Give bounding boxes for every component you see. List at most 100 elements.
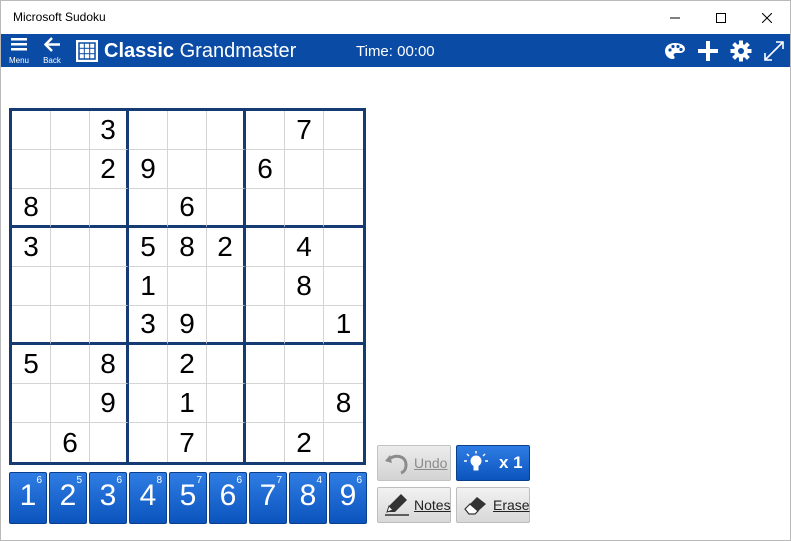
sudoku-cell[interactable] (90, 228, 129, 267)
sudoku-cell[interactable] (90, 267, 129, 306)
sudoku-cell[interactable] (324, 189, 363, 228)
number-key-1[interactable]: 16 (9, 472, 47, 524)
sudoku-cell[interactable] (207, 423, 246, 462)
sudoku-cell[interactable] (168, 150, 207, 189)
sudoku-cell[interactable] (51, 306, 90, 345)
sudoku-cell[interactable] (246, 423, 285, 462)
sudoku-cell[interactable]: 6 (51, 423, 90, 462)
sudoku-cell[interactable] (12, 150, 51, 189)
sudoku-cell[interactable] (207, 345, 246, 384)
sudoku-cell[interactable]: 6 (246, 150, 285, 189)
sudoku-cell[interactable] (51, 111, 90, 150)
number-key-3[interactable]: 36 (89, 472, 127, 524)
sudoku-cell[interactable] (129, 189, 168, 228)
sudoku-cell[interactable]: 6 (168, 189, 207, 228)
sudoku-cell[interactable] (168, 267, 207, 306)
sudoku-cell[interactable] (129, 423, 168, 462)
sudoku-cell[interactable]: 1 (129, 267, 168, 306)
sudoku-cell[interactable] (246, 267, 285, 306)
sudoku-cell[interactable]: 4 (285, 228, 324, 267)
sudoku-cell[interactable] (246, 384, 285, 423)
sudoku-cell[interactable] (129, 345, 168, 384)
maximize-button[interactable] (698, 1, 744, 34)
sudoku-cell[interactable] (285, 345, 324, 384)
sudoku-cell[interactable]: 2 (90, 150, 129, 189)
sudoku-cell[interactable]: 2 (168, 345, 207, 384)
sudoku-cell[interactable] (207, 150, 246, 189)
theme-button[interactable] (662, 38, 688, 64)
sudoku-cell[interactable]: 9 (90, 384, 129, 423)
hint-button[interactable]: x 1 (456, 445, 530, 481)
sudoku-cell[interactable] (207, 384, 246, 423)
undo-button[interactable]: Undo (377, 445, 451, 481)
back-button[interactable]: Back (37, 35, 67, 66)
number-key-8[interactable]: 84 (289, 472, 327, 524)
sudoku-cell[interactable]: 9 (168, 306, 207, 345)
sudoku-cell[interactable] (129, 384, 168, 423)
sudoku-cell[interactable] (207, 306, 246, 345)
sudoku-cell[interactable] (285, 384, 324, 423)
sudoku-cell[interactable] (90, 189, 129, 228)
erase-button[interactable]: Erase (456, 487, 530, 523)
sudoku-cell[interactable]: 7 (285, 111, 324, 150)
notes-button[interactable]: Notes (377, 487, 451, 523)
number-key-9[interactable]: 96 (329, 472, 367, 524)
sudoku-cell[interactable] (168, 111, 207, 150)
sudoku-cell[interactable] (129, 111, 168, 150)
sudoku-cell[interactable]: 9 (129, 150, 168, 189)
sudoku-cell[interactable] (285, 189, 324, 228)
sudoku-cell[interactable] (51, 189, 90, 228)
settings-button[interactable] (728, 38, 754, 64)
sudoku-cell[interactable]: 3 (12, 228, 51, 267)
menu-button[interactable]: Menu (4, 35, 34, 66)
close-button[interactable] (744, 1, 790, 34)
sudoku-cell[interactable] (51, 345, 90, 384)
sudoku-cell[interactable]: 3 (90, 111, 129, 150)
sudoku-cell[interactable] (207, 111, 246, 150)
number-key-4[interactable]: 48 (129, 472, 167, 524)
number-key-5[interactable]: 57 (169, 472, 207, 524)
sudoku-cell[interactable] (324, 267, 363, 306)
number-key-2[interactable]: 25 (49, 472, 87, 524)
sudoku-cell[interactable] (90, 306, 129, 345)
sudoku-cell[interactable] (246, 228, 285, 267)
sudoku-cell[interactable]: 1 (168, 384, 207, 423)
sudoku-cell[interactable] (207, 267, 246, 306)
sudoku-cell[interactable]: 5 (129, 228, 168, 267)
sudoku-cell[interactable] (246, 345, 285, 384)
sudoku-cell[interactable] (324, 228, 363, 267)
sudoku-cell[interactable] (51, 267, 90, 306)
sudoku-cell[interactable] (12, 423, 51, 462)
sudoku-cell[interactable]: 5 (12, 345, 51, 384)
sudoku-cell[interactable] (246, 189, 285, 228)
sudoku-cell[interactable]: 8 (168, 228, 207, 267)
new-game-button[interactable] (695, 38, 721, 64)
sudoku-cell[interactable] (51, 384, 90, 423)
sudoku-cell[interactable] (285, 306, 324, 345)
sudoku-cell[interactable]: 8 (324, 384, 363, 423)
sudoku-cell[interactable]: 7 (168, 423, 207, 462)
sudoku-cell[interactable]: 8 (12, 189, 51, 228)
sudoku-cell[interactable] (324, 345, 363, 384)
sudoku-cell[interactable] (12, 111, 51, 150)
sudoku-cell[interactable] (90, 423, 129, 462)
sudoku-cell[interactable] (246, 306, 285, 345)
sudoku-cell[interactable]: 1 (324, 306, 363, 345)
sudoku-cell[interactable]: 8 (90, 345, 129, 384)
sudoku-cell[interactable] (324, 423, 363, 462)
sudoku-cell[interactable] (12, 384, 51, 423)
sudoku-cell[interactable] (12, 267, 51, 306)
sudoku-cell[interactable] (324, 111, 363, 150)
sudoku-cell[interactable]: 3 (129, 306, 168, 345)
sudoku-cell[interactable] (51, 228, 90, 267)
sudoku-cell[interactable]: 2 (207, 228, 246, 267)
number-key-6[interactable]: 66 (209, 472, 247, 524)
sudoku-cell[interactable] (51, 150, 90, 189)
number-key-7[interactable]: 77 (249, 472, 287, 524)
minimize-button[interactable] (652, 1, 698, 34)
sudoku-cell[interactable] (246, 111, 285, 150)
sudoku-cell[interactable] (12, 306, 51, 345)
sudoku-cell[interactable]: 8 (285, 267, 324, 306)
sudoku-cell[interactable]: 2 (285, 423, 324, 462)
sudoku-cell[interactable] (207, 189, 246, 228)
